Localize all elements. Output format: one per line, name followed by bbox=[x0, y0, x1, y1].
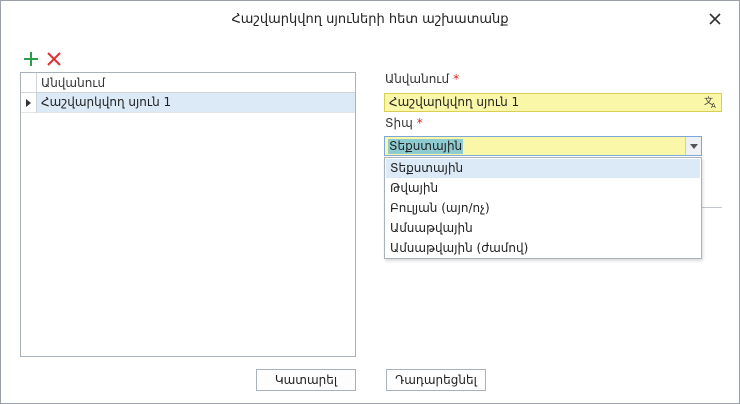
type-label: Տիպ * bbox=[385, 116, 423, 130]
required-mark: * bbox=[453, 72, 460, 86]
header-indicator-cell bbox=[21, 73, 37, 93]
dialog-title: Հաշվարկվող սյուների հետ աշխատանք bbox=[231, 12, 509, 27]
row-indicator bbox=[21, 93, 37, 113]
x-icon[interactable] bbox=[46, 51, 62, 67]
dropdown-button[interactable] bbox=[685, 137, 701, 155]
svg-text:A: A bbox=[711, 102, 716, 109]
row-pointer-icon bbox=[26, 99, 31, 107]
dropdown-option[interactable]: Տեքստային bbox=[386, 159, 700, 178]
type-label-text: Տիպ bbox=[385, 116, 413, 130]
translate-icon[interactable]: 文 A bbox=[704, 95, 718, 109]
dropdown-option[interactable]: Ամսաթվային (ժամով) bbox=[386, 239, 700, 258]
plus-icon[interactable] bbox=[23, 51, 39, 67]
required-mark: * bbox=[416, 116, 423, 130]
column-header-name[interactable]: Անվանում bbox=[37, 73, 355, 93]
row-name-cell[interactable]: Հաշվարկվող սյուն 1 bbox=[37, 93, 355, 112]
ok-button[interactable]: Կատարել bbox=[256, 369, 356, 391]
name-label: Անվանում * bbox=[385, 72, 459, 86]
dropdown-option[interactable]: Թվային bbox=[386, 179, 700, 198]
chevron-down-icon bbox=[690, 144, 698, 149]
grid-header: Անվանում bbox=[21, 73, 355, 93]
close-icon[interactable] bbox=[707, 11, 723, 27]
type-select-value: Տեքստային bbox=[388, 139, 464, 154]
dropdown-option[interactable]: Բուլյան (այո/ոչ) bbox=[386, 199, 700, 218]
dialog-window: Հաշվարկվող սյուների հետ աշխատանք Անվանու… bbox=[0, 0, 740, 404]
type-select[interactable]: Տեքստային bbox=[384, 136, 702, 156]
name-input[interactable]: Հաշվարկվող սյուն 1 文 A bbox=[384, 93, 722, 112]
name-label-text: Անվանում bbox=[385, 72, 450, 86]
type-dropdown-list: Տեքստային Թվային Բուլյան (այո/ոչ) Ամսաթվ… bbox=[384, 157, 702, 259]
table-row[interactable]: Հաշվարկվող սյուն 1 bbox=[21, 93, 355, 113]
columns-grid: Անվանում Հաշվարկվող սյուն 1 bbox=[20, 72, 356, 357]
dropdown-option[interactable]: Ամսաթվային bbox=[386, 219, 700, 238]
name-input-value: Հաշվարկվող սյուն 1 bbox=[389, 95, 520, 109]
cancel-button[interactable]: Դադարեցնել bbox=[386, 369, 486, 391]
